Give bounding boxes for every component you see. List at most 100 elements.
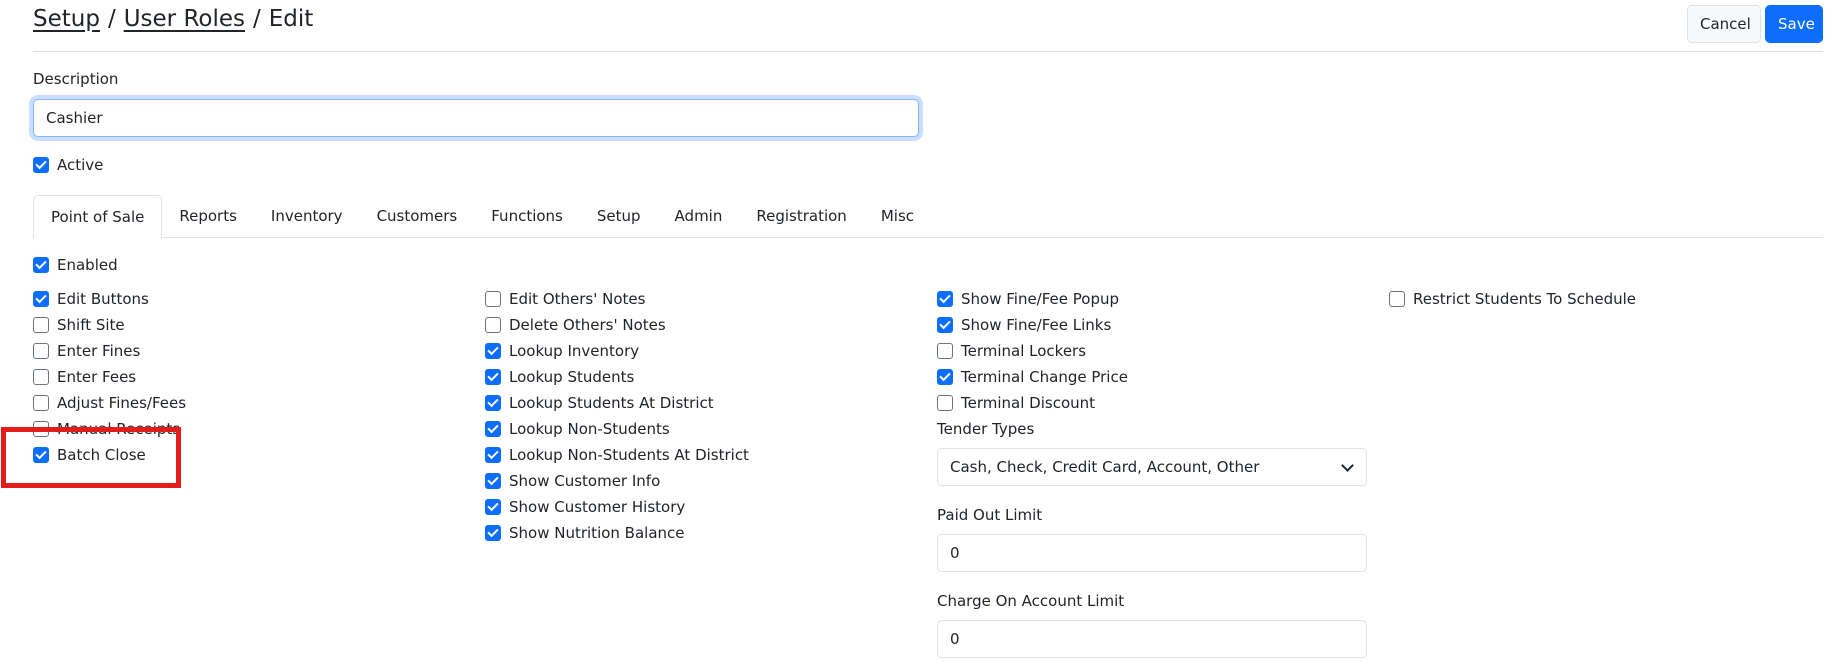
breadcrumb-current: Edit bbox=[268, 6, 314, 32]
permission-label: Lookup Students At District bbox=[509, 394, 714, 412]
checkbox[interactable] bbox=[33, 291, 49, 307]
breadcrumb-setup-link[interactable]: Setup bbox=[33, 6, 100, 32]
permission-label: Edit Others' Notes bbox=[509, 290, 646, 308]
permission-label: Show Customer Info bbox=[509, 472, 661, 490]
permission-label: Restrict Students To Schedule bbox=[1413, 290, 1637, 308]
permission-lookup-non-students[interactable]: Lookup Non-Students bbox=[485, 420, 670, 438]
checkbox[interactable] bbox=[33, 421, 49, 437]
checkbox[interactable] bbox=[485, 499, 501, 515]
save-button[interactable]: Save bbox=[1765, 5, 1823, 43]
permission-show-fine-fee-popup[interactable]: Show Fine/Fee Popup bbox=[937, 290, 1119, 308]
permission-edit-others-notes[interactable]: Edit Others' Notes bbox=[485, 290, 645, 308]
breadcrumb-user-roles-link[interactable]: User Roles bbox=[124, 6, 245, 32]
checkbox[interactable] bbox=[485, 447, 501, 463]
enabled-checkbox[interactable] bbox=[33, 257, 49, 273]
checkbox[interactable] bbox=[485, 421, 501, 437]
checkbox[interactable] bbox=[33, 369, 49, 385]
checkbox[interactable] bbox=[33, 317, 49, 333]
tab-customers[interactable]: Customers bbox=[360, 195, 475, 238]
checkbox[interactable] bbox=[485, 369, 501, 385]
cancel-button[interactable]: Cancel bbox=[1687, 5, 1761, 43]
checkbox[interactable] bbox=[937, 395, 953, 411]
permission-label: Enter Fines bbox=[57, 342, 141, 360]
description-input[interactable] bbox=[33, 99, 919, 137]
paid-out-limit-label: Paid Out Limit bbox=[937, 506, 1043, 524]
permission-adjust-fines-fees[interactable]: Adjust Fines/Fees bbox=[33, 394, 186, 412]
permission-label: Manual Receipts bbox=[57, 420, 181, 438]
tab-reports[interactable]: Reports bbox=[162, 195, 254, 238]
permission-label: Lookup Non-Students At District bbox=[509, 446, 749, 464]
checkbox[interactable] bbox=[485, 395, 501, 411]
breadcrumb: Setup / User Roles / Edit bbox=[33, 6, 313, 32]
tender-types-select[interactable]: Cash, Check, Credit Card, Account, Other bbox=[937, 448, 1367, 486]
permission-show-customer-history[interactable]: Show Customer History bbox=[485, 498, 685, 516]
checkbox[interactable] bbox=[33, 343, 49, 359]
permission-label: Show Fine/Fee Links bbox=[961, 316, 1112, 334]
permission-label: Terminal Lockers bbox=[961, 342, 1087, 360]
checkbox[interactable] bbox=[33, 447, 49, 463]
permission-lookup-students[interactable]: Lookup Students bbox=[485, 368, 634, 386]
tab-inventory[interactable]: Inventory bbox=[254, 195, 360, 238]
tab-setup[interactable]: Setup bbox=[580, 195, 658, 238]
checkbox[interactable] bbox=[485, 343, 501, 359]
permission-label: Edit Buttons bbox=[57, 290, 149, 308]
permission-lookup-students-at-district[interactable]: Lookup Students At District bbox=[485, 394, 714, 412]
tab-point-of-sale[interactable]: Point of Sale bbox=[33, 195, 163, 239]
permission-terminal-discount[interactable]: Terminal Discount bbox=[937, 394, 1095, 412]
checkbox[interactable] bbox=[937, 343, 953, 359]
role-tabs: Point of Sale Reports Inventory Customer… bbox=[33, 195, 1823, 239]
permission-batch-close[interactable]: Batch Close bbox=[33, 446, 146, 464]
active-checkbox-row[interactable]: Active bbox=[33, 156, 103, 174]
permission-label: Batch Close bbox=[57, 446, 146, 464]
permission-show-customer-info[interactable]: Show Customer Info bbox=[485, 472, 660, 490]
charge-on-account-limit-input[interactable] bbox=[937, 620, 1367, 658]
permission-label: Lookup Inventory bbox=[509, 342, 640, 360]
checkbox[interactable] bbox=[485, 291, 501, 307]
tab-admin[interactable]: Admin bbox=[658, 195, 740, 238]
permission-delete-others-notes[interactable]: Delete Others' Notes bbox=[485, 316, 666, 334]
checkbox[interactable] bbox=[937, 317, 953, 333]
tender-types-value: Cash, Check, Credit Card, Account, Other bbox=[950, 458, 1260, 476]
permission-label: Lookup Students bbox=[509, 368, 635, 386]
checkbox[interactable] bbox=[937, 369, 953, 385]
permission-show-nutrition-balance[interactable]: Show Nutrition Balance bbox=[485, 524, 685, 542]
permission-edit-buttons[interactable]: Edit Buttons bbox=[33, 290, 149, 308]
permission-shift-site[interactable]: Shift Site bbox=[33, 316, 125, 334]
description-label: Description bbox=[33, 70, 119, 88]
checkbox[interactable] bbox=[485, 317, 501, 333]
checkbox[interactable] bbox=[1389, 291, 1405, 307]
permission-label: Enter Fees bbox=[57, 368, 137, 386]
tab-functions[interactable]: Functions bbox=[474, 195, 580, 238]
permission-restrict-students-to-schedule[interactable]: Restrict Students To Schedule bbox=[1389, 290, 1636, 308]
page-header: Setup / User Roles / Edit Cancel Save bbox=[33, 0, 1823, 52]
permission-lookup-inventory[interactable]: Lookup Inventory bbox=[485, 342, 639, 360]
permission-label: Shift Site bbox=[57, 316, 125, 334]
paid-out-limit-input[interactable] bbox=[937, 534, 1367, 572]
checkbox[interactable] bbox=[485, 473, 501, 489]
chevron-down-icon bbox=[1341, 459, 1354, 472]
active-label: Active bbox=[57, 156, 104, 174]
tab-misc[interactable]: Misc bbox=[864, 195, 931, 238]
permission-label: Adjust Fines/Fees bbox=[57, 394, 187, 412]
permission-show-fine-fee-links[interactable]: Show Fine/Fee Links bbox=[937, 316, 1111, 334]
enabled-checkbox-row[interactable]: Enabled bbox=[33, 256, 118, 274]
active-checkbox[interactable] bbox=[33, 157, 49, 173]
enabled-label: Enabled bbox=[57, 256, 118, 274]
permission-label: Terminal Change Price bbox=[961, 368, 1128, 386]
tender-types-label: Tender Types bbox=[937, 420, 1035, 438]
permission-terminal-change-price[interactable]: Terminal Change Price bbox=[937, 368, 1128, 386]
tab-registration[interactable]: Registration bbox=[739, 195, 863, 238]
permission-label: Show Fine/Fee Popup bbox=[961, 290, 1120, 308]
permission-terminal-lockers[interactable]: Terminal Lockers bbox=[937, 342, 1086, 360]
permission-label: Delete Others' Notes bbox=[509, 316, 666, 334]
permission-label: Terminal Discount bbox=[961, 394, 1096, 412]
permission-label: Show Customer History bbox=[509, 498, 686, 516]
permission-enter-fines[interactable]: Enter Fines bbox=[33, 342, 140, 360]
charge-on-account-limit-label: Charge On Account Limit bbox=[937, 592, 1125, 610]
permission-enter-fees[interactable]: Enter Fees bbox=[33, 368, 136, 386]
permission-manual-receipts[interactable]: Manual Receipts bbox=[33, 420, 180, 438]
checkbox[interactable] bbox=[33, 395, 49, 411]
permission-lookup-non-students-at-district[interactable]: Lookup Non-Students At District bbox=[485, 446, 749, 464]
checkbox[interactable] bbox=[485, 525, 501, 541]
checkbox[interactable] bbox=[937, 291, 953, 307]
